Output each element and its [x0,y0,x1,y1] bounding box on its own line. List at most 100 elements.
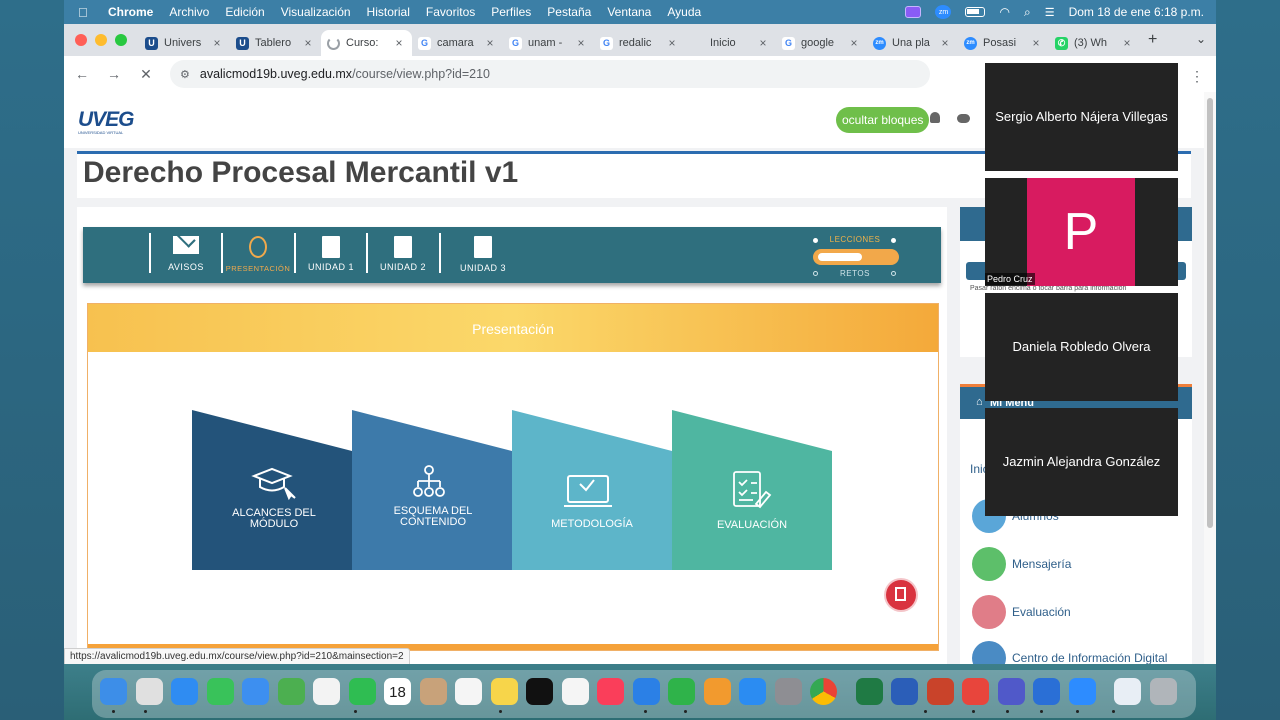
tab-2[interactable]: Curso: × [321,30,412,56]
wifi-icon[interactable]: ◠ [999,5,1009,19]
close-tab-icon[interactable]: × [301,36,315,50]
close-tab-icon[interactable]: × [1120,36,1134,50]
zoom-tile[interactable]: Sergio Alberto Nájera Villegas [985,63,1178,171]
excel-icon[interactable] [855,678,883,705]
menu-archivo[interactable]: Archivo [169,5,209,19]
menu-visualizacion[interactable]: Visualización [281,5,351,19]
stop-loading-button[interactable]: ✕ [132,66,160,83]
pdf-download-button[interactable] [886,580,916,610]
scrollbar-thumb[interactable] [1207,98,1213,528]
new-tab-button[interactable]: + [1148,31,1157,49]
card-label-esquema[interactable]: Esquema del contenido [378,506,488,528]
site-settings-icon[interactable]: ⚙ [180,68,190,81]
back-button[interactable]: ← [68,66,96,82]
card-label-alcances[interactable]: Alcances del módulo [220,508,328,530]
screen-share-icon[interactable] [905,6,922,18]
close-tab-icon[interactable]: × [756,36,770,50]
close-tab-icon[interactable]: × [847,36,861,50]
card-label-metodologia[interactable]: Metodología [532,518,652,530]
close-tab-icon[interactable]: × [665,36,679,50]
menu-item-mensajeria[interactable]: Mensajería [972,546,1071,582]
chat-icon[interactable] [957,114,970,123]
numbers-icon[interactable] [668,678,695,705]
zoom-tile[interactable]: Daniela Robledo Olvera [985,293,1178,401]
chrome-menu-icon[interactable]: ⋮ [1190,68,1204,85]
zoom-menubar-icon[interactable]: zm [935,5,952,19]
tab-6[interactable]: Inicio × [685,30,776,56]
pages-icon[interactable] [703,678,731,705]
freeform-icon[interactable] [561,678,589,705]
forward-button[interactable]: → [100,66,128,82]
tab-search-chevron-icon[interactable]: ⌄ [1196,32,1206,46]
anydesk-icon[interactable] [962,678,989,705]
powerpoint-icon[interactable] [926,678,954,705]
quicktime-icon[interactable] [1033,678,1060,705]
close-tab-icon[interactable]: × [210,36,224,50]
zoom-tile[interactable]: P Pedro Cruz [985,178,1178,286]
progress-bar[interactable] [813,249,899,265]
card-label-evaluacion[interactable]: Evaluación [692,519,812,531]
menu-historial[interactable]: Historial [367,5,410,19]
zoom-tile[interactable]: Jazmin Alejandra González [985,408,1178,516]
contacts-icon[interactable] [419,678,447,705]
launchpad-icon[interactable] [135,678,163,705]
nav-unidad-2[interactable]: UNIDAD 2 [368,227,438,283]
settings-icon[interactable] [774,678,802,705]
tab-3[interactable]: Gcamara × [412,30,503,56]
photos-icon[interactable] [313,678,340,705]
tab-10[interactable]: ✆ (3) Wh × [1049,30,1140,56]
tab-9[interactable]: zm Posasi × [958,30,1049,56]
control-center-icon[interactable]: ☰ [1045,6,1055,19]
hide-blocks-button[interactable]: ocultar bloques [836,107,930,133]
calendar-icon[interactable]: 18 [384,678,411,705]
nav-unidad-1[interactable]: UNIDAD 1 [296,227,366,283]
tab-4[interactable]: Gunam - × [503,30,594,56]
close-tab-icon[interactable]: × [483,36,497,50]
nav-unidad-3[interactable]: UNIDAD 3 [448,227,518,283]
page-scrollbar[interactable] [1204,92,1216,664]
menu-edicion[interactable]: Edición [225,5,264,19]
trash-icon[interactable] [1149,678,1177,705]
zoom-icon[interactable] [1068,678,1096,705]
tab-1[interactable]: U Tablero × [230,30,321,56]
reminders-icon[interactable] [455,678,482,705]
nav-avisos[interactable]: AVISOS [153,227,219,283]
maps-icon[interactable] [277,678,305,705]
menu-favoritos[interactable]: Favoritos [426,5,475,19]
safari-icon[interactable] [171,678,198,705]
finder-icon[interactable] [100,678,127,705]
preview-icon[interactable] [1114,678,1141,705]
close-tab-icon[interactable]: × [1029,36,1043,50]
menu-item-evaluacion[interactable]: Evaluación [972,594,1071,630]
messages-icon[interactable] [206,678,234,705]
menu-item-centro-informacion[interactable]: Centro de Información Digital [972,640,1167,664]
menubar-clock[interactable]: Dom 18 de ene 6:18 p.m. [1069,5,1204,19]
battery-icon[interactable] [965,7,986,17]
search-icon[interactable]: ⌕ [1024,5,1031,20]
close-tab-icon[interactable]: × [392,36,406,50]
tab-7[interactable]: Ggoogle × [776,30,867,56]
teams-icon[interactable] [997,678,1025,705]
keynote-icon[interactable] [632,678,660,705]
nav-presentacion[interactable]: PRESENTACIÓN [223,227,293,283]
menu-perfiles[interactable]: Perfiles [491,5,531,19]
notes-icon[interactable] [490,678,518,705]
music-icon[interactable] [597,678,624,705]
zoom-window-button[interactable] [115,34,127,46]
tab-5[interactable]: Gredalic × [594,30,685,56]
apple-icon[interactable]:  [78,5,100,20]
progress-widget[interactable]: LECCIONES RETOS [805,231,905,279]
tab-8[interactable]: zm Una pla × [867,30,958,56]
chrome-icon[interactable] [810,678,837,705]
appstore-icon[interactable] [739,678,766,705]
minimize-window-button[interactable] [95,34,107,46]
close-tab-icon[interactable]: × [574,36,588,50]
tab-0[interactable]: U Univers × [139,30,230,56]
menu-ayuda[interactable]: Ayuda [667,5,701,19]
appletv-icon[interactable] [526,678,553,705]
menu-pestana[interactable]: Pestaña [547,5,591,19]
address-bar[interactable]: ⚙ avalicmod19b.uveg.edu.mx/course/view.p… [170,60,930,88]
mail-icon[interactable] [242,678,269,705]
word-icon[interactable] [891,678,918,705]
menu-ventana[interactable]: Ventana [607,5,651,19]
